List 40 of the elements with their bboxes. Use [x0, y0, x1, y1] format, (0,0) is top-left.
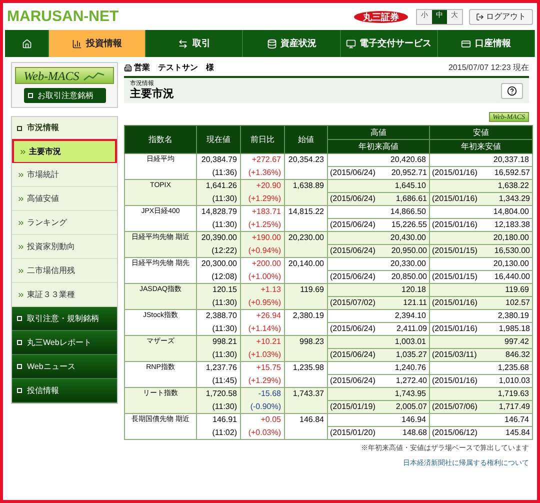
- sidebar-item[interactable]: 投資家別動向: [12, 235, 117, 259]
- sidebar-link[interactable]: 取引注意・規制銘柄: [12, 307, 117, 331]
- web-macs-logo[interactable]: Web-MACS: [14, 67, 114, 84]
- sidebar-item[interactable]: 二市場信用残: [12, 259, 117, 283]
- sidebar-link[interactable]: 投信情報: [12, 379, 117, 403]
- user-name: 営業 テストサン 様: [134, 62, 214, 74]
- sidebar-link[interactable]: Webニュース: [12, 355, 117, 379]
- column-header: 安値: [430, 126, 532, 140]
- column-header: 年初来高値: [328, 140, 430, 154]
- sidebar-item[interactable]: ランキング: [12, 211, 117, 235]
- page-title: 主要市況: [130, 88, 174, 101]
- nav-tab[interactable]: 取引: [146, 30, 244, 57]
- nav-tab[interactable]: 口座情報: [438, 30, 536, 57]
- section-title: 市況情報: [27, 122, 59, 134]
- brand-badge: 丸三証券: [354, 10, 408, 22]
- timestamp: 2015/07/07 12:23 現在: [448, 62, 529, 74]
- column-header: 指数名: [124, 126, 196, 154]
- logout-button[interactable]: ログアウト: [469, 8, 533, 24]
- table-cell: (11:02): [196, 426, 240, 440]
- table-cell: 145.84: [480, 426, 532, 440]
- sidebar-item[interactable]: 東証３３業種: [12, 283, 117, 307]
- table-cell: (2015/01/20): [328, 426, 378, 440]
- site-logo: MARUSAN-NET: [7, 8, 119, 26]
- column-header: 前日比: [240, 126, 284, 154]
- table-cell: (+0.03%): [240, 426, 284, 440]
- table-cell: (2015/06/12): [430, 426, 480, 440]
- logo-text: Web-MACS: [24, 68, 80, 83]
- nav-tab[interactable]: 電子交付サービス: [340, 30, 438, 57]
- column-header: 現在値: [196, 126, 240, 154]
- table-cell: 148.68: [378, 426, 430, 440]
- sidebar-item[interactable]: 高値安値: [12, 187, 117, 211]
- nav-tab[interactable]: 投資情報: [49, 30, 146, 57]
- column-header: 高値: [328, 126, 430, 140]
- sidebar-item[interactable]: 主要市況: [12, 139, 117, 163]
- caution-stocks-button[interactable]: お取引注意銘柄: [24, 88, 106, 103]
- nav-tab[interactable]: 資産状況: [243, 30, 341, 57]
- sidebar-item[interactable]: 市場統計: [12, 163, 117, 187]
- column-header: 年初来安値: [430, 140, 532, 154]
- sidebar-link[interactable]: 丸三Webレポート: [12, 331, 117, 355]
- column-header: 始値: [284, 126, 328, 154]
